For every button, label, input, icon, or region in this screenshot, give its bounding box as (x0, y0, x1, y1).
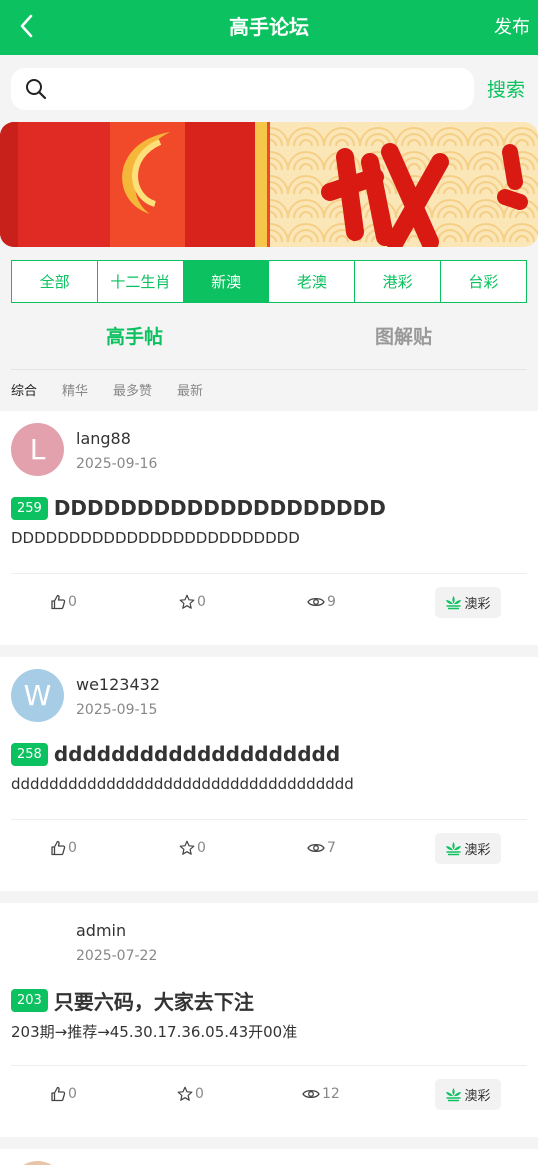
category-label: 澳彩 (464, 843, 491, 858)
top-bar: 高手论坛 发布 (0, 0, 538, 55)
eye-icon (307, 843, 325, 853)
tab-hongkong[interactable]: 港彩 (354, 260, 442, 303)
lotus-icon (446, 1088, 462, 1102)
favorite-button[interactable]: 0 (177, 1085, 204, 1103)
sort-featured[interactable]: 精华 (62, 380, 88, 400)
avatar[interactable] (11, 1161, 64, 1165)
post-card[interactable]: L lang88 2025-09-16 259 DDDDDDDDDDDDDDDD… (0, 411, 538, 645)
eye-icon (302, 1089, 320, 1099)
views: 7 (307, 839, 336, 857)
like-button[interactable]: 0 (50, 1085, 77, 1103)
post-title-row: 258 dddddddddddddddddddd (11, 741, 340, 767)
category-tag[interactable]: 澳彩 (435, 833, 501, 864)
lotus-icon (446, 596, 462, 610)
username: lang88 (76, 429, 131, 448)
post-body: 203期→推荐→45.30.17.36.05.43开00准 (11, 1023, 298, 1041)
views: 9 (307, 593, 336, 611)
post-date: 2025-09-15 (76, 702, 158, 718)
username: we123432 (76, 675, 161, 694)
issue-badge: 203 (11, 988, 48, 1012)
favorite-button[interactable]: 0 (179, 839, 206, 857)
views: 12 (302, 1085, 340, 1103)
post-title: 只要六码，大家去下注 (53, 989, 254, 1014)
tab-new-macau[interactable]: 新澳 (182, 260, 270, 303)
favorite-count: 0 (197, 840, 206, 856)
divider (11, 369, 527, 370)
like-count: 0 (68, 840, 77, 856)
post-title: dddddddddddddddddddd (53, 742, 341, 766)
sort-tabs: 综合 精华 最多赞 最新 (11, 380, 228, 400)
favorite-count: 0 (195, 1086, 204, 1102)
sort-overall[interactable]: 综合 (11, 380, 37, 400)
thumbs-up-icon (51, 840, 66, 856)
tab-old-macau[interactable]: 老澳 (268, 260, 356, 303)
favorite-count: 0 (197, 594, 206, 610)
category-label: 澳彩 (464, 1089, 491, 1104)
post-type-tabs: 高手帖 图解贴 (0, 312, 538, 362)
like-button[interactable]: 0 (50, 839, 77, 857)
star-icon (179, 840, 195, 855)
post-title: DDDDDDDDDDDDDDDDDDDD (53, 496, 386, 520)
post-body: dddddddddddddddddddddddddddddddddddd (11, 775, 354, 793)
page-title: 高手论坛 (229, 15, 309, 39)
banner-image (0, 122, 538, 247)
category-tag[interactable]: 澳彩 (435, 1079, 501, 1110)
eye-icon (307, 597, 325, 607)
tab-expert-posts[interactable]: 高手帖 (0, 312, 269, 362)
search-input[interactable] (59, 74, 459, 104)
divider (11, 819, 527, 820)
avatar[interactable]: W (11, 669, 64, 722)
issue-badge: 258 (11, 742, 48, 766)
divider (11, 573, 527, 574)
tab-diagram-posts[interactable]: 图解贴 (269, 312, 538, 362)
category-label: 澳彩 (464, 597, 491, 612)
star-icon (179, 594, 195, 609)
post-title-row: 203 只要六码，大家去下注 (11, 987, 254, 1014)
search-button[interactable]: 搜索 (487, 75, 525, 102)
divider (11, 1065, 527, 1066)
star-icon (177, 1086, 193, 1101)
thumbs-up-icon (51, 1086, 66, 1102)
search-icon (26, 79, 47, 100)
region-tabs: 全部 十二生肖 新澳 老澳 港彩 台彩 (11, 260, 527, 303)
like-button[interactable]: 0 (50, 593, 77, 611)
sort-newest[interactable]: 最新 (177, 380, 203, 400)
post-card[interactable]: admin 2025-07-22 203 只要六码，大家去下注 203期→推荐→… (0, 903, 538, 1137)
post-body: DDDDDDDDDDDDDDDDDDDDDDDDD (11, 529, 300, 547)
category-tag[interactable]: 澳彩 (435, 587, 501, 618)
issue-badge: 259 (11, 496, 48, 520)
like-count: 0 (68, 594, 77, 610)
post-title-row: 259 DDDDDDDDDDDDDDDDDDDD (11, 495, 386, 521)
avatar[interactable]: L (11, 423, 64, 476)
post-card[interactable] (0, 1149, 538, 1165)
search-bar: 搜索 (0, 55, 538, 122)
avatar[interactable] (11, 915, 64, 968)
sort-most-liked[interactable]: 最多赞 (113, 380, 152, 400)
post-date: 2025-09-16 (76, 456, 158, 472)
tab-all[interactable]: 全部 (11, 260, 99, 303)
view-count: 12 (322, 1086, 340, 1102)
promo-banner[interactable] (0, 122, 538, 247)
favorite-button[interactable]: 0 (179, 593, 206, 611)
tab-taiwan[interactable]: 台彩 (439, 260, 527, 303)
lotus-icon (446, 842, 462, 856)
view-count: 9 (327, 594, 336, 610)
like-count: 0 (68, 1086, 77, 1102)
post-card[interactable]: W we123432 2025-09-15 258 dddddddddddddd… (0, 657, 538, 891)
search-box[interactable] (11, 68, 474, 110)
tab-zodiac[interactable]: 十二生肖 (96, 260, 184, 303)
thumbs-up-icon (51, 594, 66, 610)
username: admin (76, 921, 127, 940)
view-count: 7 (327, 840, 336, 856)
post-date: 2025-07-22 (76, 948, 158, 964)
publish-button[interactable]: 发布 (494, 0, 530, 55)
